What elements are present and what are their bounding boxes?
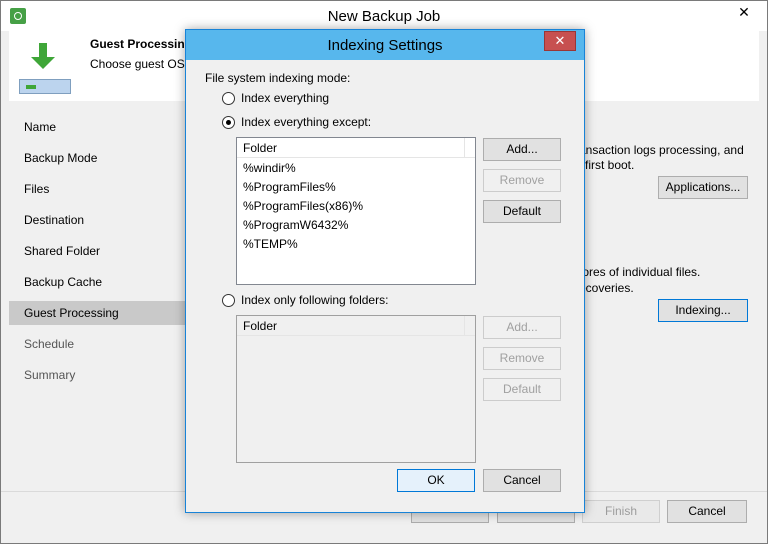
dialog-cancel-button[interactable]: Cancel	[483, 469, 561, 492]
dialog-titlebar: Indexing Settings ✕	[186, 30, 584, 60]
transaction-logs-text: ansaction logs processing, and	[579, 143, 744, 157]
nav-item-files[interactable]: Files	[9, 177, 189, 201]
indexing-button[interactable]: Indexing...	[658, 299, 748, 322]
list-item[interactable]: %ProgramW6432%	[243, 216, 348, 235]
nav-item-name[interactable]: Name	[9, 115, 189, 139]
applications-button[interactable]: Applications...	[658, 176, 748, 199]
restore-files-text: tores of individual files.	[579, 265, 701, 279]
except-folders-list[interactable]: Folder %windir% %ProgramFiles% %ProgramF…	[236, 137, 476, 285]
radio-index-everything[interactable]: Index everything	[222, 90, 329, 106]
step-title: Guest Processing	[90, 37, 193, 51]
main-close-icon[interactable]: ✕	[727, 1, 761, 23]
radio-index-only-circle[interactable]	[222, 293, 235, 307]
nav-item-destination[interactable]: Destination	[9, 208, 189, 232]
list-item[interactable]: %ProgramFiles(x86)%	[243, 197, 363, 216]
radio-index-only[interactable]: Index only following folders:	[222, 292, 388, 308]
radio-index-only-label: Index only following folders:	[241, 293, 389, 307]
indexing-mode-label: File system indexing mode:	[205, 71, 351, 85]
finish-button[interactable]: Finish	[582, 500, 660, 523]
wizard-steps-nav: Name Backup Mode Files Destination Share…	[9, 109, 189, 489]
cancel-button[interactable]: Cancel	[667, 500, 747, 523]
radio-index-everything-circle[interactable]	[222, 91, 235, 105]
radio-index-everything-label: Index everything	[241, 91, 330, 105]
except-add-button[interactable]: Add...	[483, 138, 561, 161]
nav-item-summary[interactable]: Summary	[9, 363, 189, 387]
except-list-header: Folder	[237, 138, 475, 158]
radio-index-except-circle[interactable]	[222, 115, 235, 129]
radio-index-except[interactable]: Index everything except:	[222, 114, 371, 130]
dialog-body: File system indexing mode: Index everyth…	[192, 60, 578, 508]
list-item[interactable]: %TEMP%	[243, 235, 298, 254]
nav-item-backup-cache[interactable]: Backup Cache	[9, 270, 189, 294]
except-list-column-folder[interactable]: Folder	[237, 138, 465, 158]
except-remove-button[interactable]: Remove	[483, 169, 561, 192]
list-item[interactable]: %windir%	[243, 159, 296, 178]
first-boot-text: first boot.	[585, 158, 635, 172]
only-remove-button[interactable]: Remove	[483, 347, 561, 370]
list-item[interactable]: %ProgramFiles%	[243, 178, 336, 197]
only-list-column-folder[interactable]: Folder	[237, 316, 465, 336]
nav-item-backup-mode[interactable]: Backup Mode	[9, 146, 189, 170]
only-list-header: Folder	[237, 316, 475, 336]
main-titlebar: New Backup Job ✕	[1, 1, 767, 31]
nav-item-guest-processing[interactable]: Guest Processing	[9, 301, 189, 325]
recoveries-text: ecoveries.	[579, 281, 634, 295]
only-folders-list[interactable]: Folder	[236, 315, 476, 463]
main-window-title: New Backup Job	[327, 8, 441, 25]
only-default-button[interactable]: Default	[483, 378, 561, 401]
indexing-settings-dialog: Indexing Settings ✕ File system indexing…	[185, 29, 585, 513]
radio-index-except-label: Index everything except:	[241, 115, 372, 129]
dialog-close-icon[interactable]: ✕	[544, 31, 576, 51]
step-description: Choose guest OS p	[90, 57, 195, 71]
nav-item-schedule[interactable]: Schedule	[9, 332, 189, 356]
nav-item-shared-folder[interactable]: Shared Folder	[9, 239, 189, 263]
except-default-button[interactable]: Default	[483, 200, 561, 223]
only-add-button[interactable]: Add...	[483, 316, 561, 339]
ok-button[interactable]: OK	[397, 469, 475, 492]
backup-job-icon	[19, 41, 71, 94]
dialog-title: Indexing Settings	[327, 37, 443, 54]
